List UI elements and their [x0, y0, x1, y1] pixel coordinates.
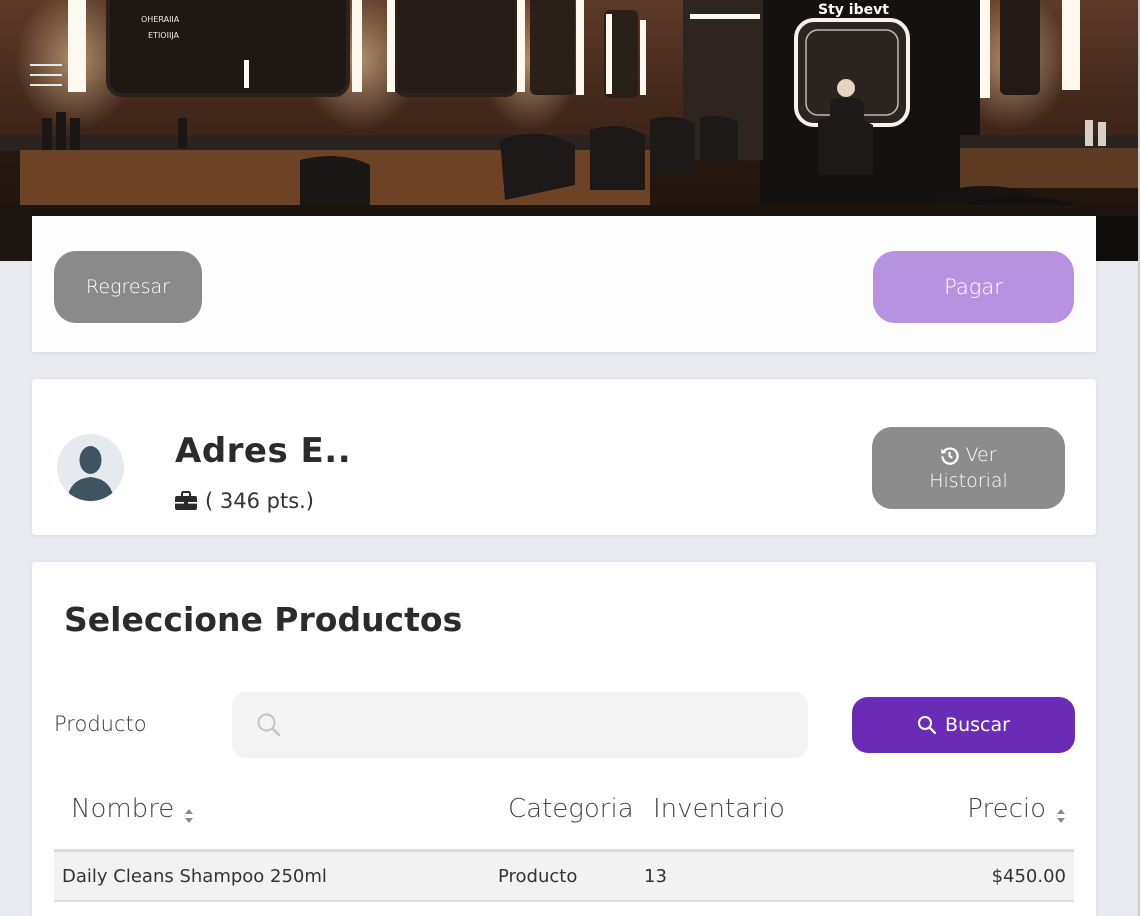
history-icon [940, 446, 960, 465]
back-button[interactable]: Regresar [54, 251, 202, 323]
search-box [232, 692, 808, 758]
hamburger-menu-icon[interactable] [30, 62, 62, 88]
search-button-label: Buscar [945, 714, 1010, 736]
customer-card: Adres E.. ( 346 pts.) Ver Historial [32, 379, 1096, 535]
column-category-label: Categoria [508, 794, 634, 824]
products-card: Seleccione Productos Producto Buscar Nom… [32, 562, 1096, 916]
column-name-label: Nombre [71, 794, 175, 824]
history-label-line1: Ver [965, 444, 997, 466]
svg-text:OHERAIIA: OHERAIIA [141, 15, 180, 24]
column-header-inventory: Inventario [653, 794, 785, 824]
search-button[interactable]: Buscar [852, 697, 1075, 753]
product-search-input[interactable] [294, 692, 794, 758]
briefcase-icon [175, 491, 197, 511]
actions-card: Regresar Pagar [32, 216, 1096, 352]
user-silhouette-icon [57, 434, 124, 501]
view-history-button[interactable]: Ver Historial [872, 427, 1065, 509]
svg-text:ETIOIIJA: ETIOIIJA [148, 31, 180, 40]
table-row[interactable]: Daily Cleans Shampoo 250ml Producto 13 $… [54, 852, 1074, 902]
cell-price: $450.00 [991, 866, 1066, 887]
cell-name: Daily Cleans Shampoo 250ml [62, 866, 327, 887]
sort-icon[interactable] [1056, 801, 1066, 823]
pay-button[interactable]: Pagar [873, 251, 1074, 323]
search-icon [918, 716, 937, 735]
column-header-category: Categoria [508, 794, 634, 824]
products-table: Nombre Categoria Inventario Precio Daily… [54, 784, 1074, 902]
column-inventory-label: Inventario [653, 794, 785, 824]
table-header: Nombre Categoria Inventario Precio [54, 784, 1074, 852]
cell-inventory: 13 [644, 866, 667, 887]
svg-text:Sty ibevt: Sty ibevt [818, 2, 889, 18]
customer-points: ( 346 pts.) [175, 489, 314, 513]
customer-name: Adres E.. [175, 431, 352, 471]
column-price-label: Precio [967, 794, 1046, 824]
search-icon [256, 712, 282, 738]
column-header-name[interactable]: Nombre [71, 794, 194, 824]
sort-icon[interactable] [184, 801, 194, 823]
history-label-line2: Historial [929, 470, 1008, 492]
section-title: Seleccione Productos [64, 600, 463, 639]
points-text: ( 346 pts.) [205, 489, 314, 513]
product-field-label: Producto [54, 712, 147, 736]
cell-category: Producto [498, 866, 578, 887]
column-header-price[interactable]: Precio [967, 794, 1066, 824]
